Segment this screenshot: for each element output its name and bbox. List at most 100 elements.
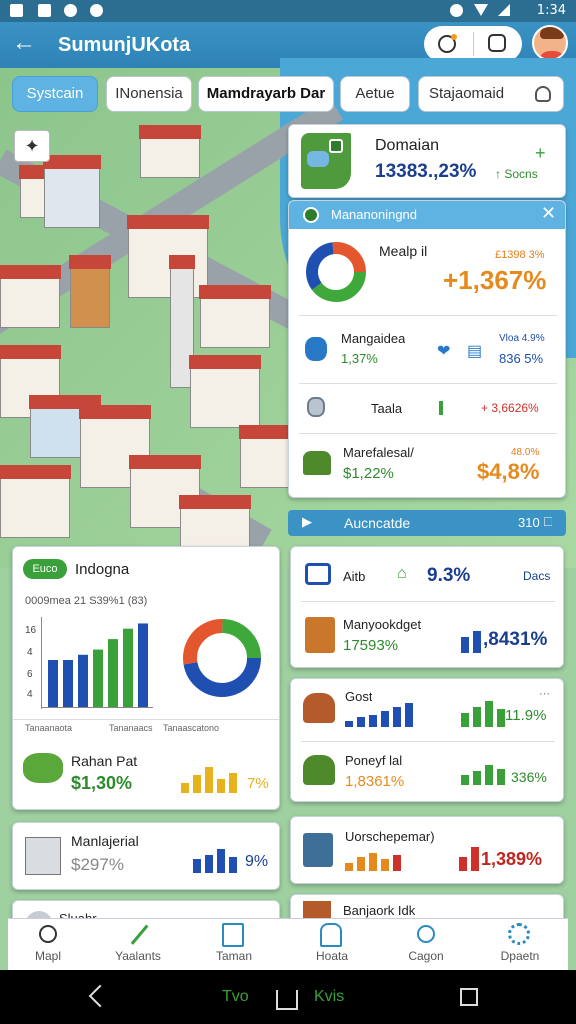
card-extra: 336% bbox=[511, 769, 547, 785]
row-name: Marefalesal/ bbox=[343, 445, 414, 460]
chart-bar bbox=[48, 660, 58, 707]
nav-hoata[interactable]: Hoata bbox=[292, 919, 372, 971]
chip-1[interactable]: INonensia bbox=[106, 76, 192, 112]
card-name: Gost bbox=[345, 689, 373, 704]
card-extra: Dacs bbox=[523, 569, 551, 583]
nav-map[interactable]: Mapl bbox=[8, 919, 88, 971]
map-building bbox=[127, 215, 209, 298]
more-icon[interactable]: ⋯ bbox=[539, 687, 550, 700]
top-card-value: 13383.,23% bbox=[375, 161, 477, 182]
chip-3[interactable]: Aetue bbox=[340, 76, 410, 112]
book-icon bbox=[222, 923, 244, 947]
nav-variants[interactable]: Yaalants bbox=[98, 919, 178, 971]
right-card-b[interactable]: Gost 11.9% ⋯ Poneyf lal 1,8361% 336% bbox=[290, 678, 564, 802]
big-value: +1,367% bbox=[443, 265, 547, 295]
y-tick: 16 bbox=[25, 625, 37, 636]
donut-sub: £1398 3% bbox=[495, 249, 545, 261]
chat-bubble-icon: □ bbox=[544, 513, 553, 529]
app-icon bbox=[64, 4, 77, 17]
app-title: SumunjUKota bbox=[58, 34, 191, 56]
status-time: 1:34 bbox=[536, 3, 566, 18]
record-icon[interactable] bbox=[438, 34, 457, 53]
section-value: 310 bbox=[518, 515, 540, 530]
mail-icon bbox=[38, 4, 51, 17]
nav-label: Dpaetn bbox=[500, 949, 540, 963]
chip-4[interactable]: Stajaomaid bbox=[418, 76, 564, 112]
alarm-icon bbox=[450, 4, 463, 17]
panel-header-icon bbox=[303, 207, 319, 223]
server-icon bbox=[25, 837, 61, 875]
pill-divider bbox=[473, 32, 474, 56]
card-name: Poneyf lal bbox=[345, 753, 403, 768]
row-name: Taala bbox=[371, 401, 403, 416]
house-icon bbox=[303, 693, 335, 723]
row-name: Mangaidea bbox=[341, 331, 406, 346]
mini-bars bbox=[345, 703, 413, 727]
left-chart-card[interactable]: Euco Indogna 0009mea 21 S39%1 (83) 16 4 … bbox=[12, 546, 280, 810]
row-r2: + 3,6626% bbox=[481, 401, 539, 415]
nav-label: Taman bbox=[215, 949, 253, 963]
compass-icon[interactable]: ✦ bbox=[14, 130, 50, 162]
card-extra: ,8431% bbox=[483, 629, 548, 650]
chart-bar bbox=[78, 654, 88, 707]
mini-bars bbox=[193, 849, 237, 873]
search-icon bbox=[417, 925, 435, 943]
card-value: 17593% bbox=[343, 637, 399, 654]
chip-0[interactable]: Systcain bbox=[12, 76, 98, 112]
section-label: Aucncatde bbox=[344, 515, 411, 531]
chip-2[interactable]: Mamdrayarb Dar bbox=[198, 76, 334, 112]
back-icon[interactable] bbox=[88, 984, 112, 1008]
home-icon[interactable] bbox=[276, 990, 298, 1010]
row-r1: 48.0% bbox=[511, 447, 540, 458]
nav-settings[interactable]: Dpaetn bbox=[480, 919, 560, 971]
nav-taman[interactable]: Taman bbox=[194, 919, 274, 971]
museum-icon bbox=[303, 833, 333, 867]
avatar[interactable] bbox=[532, 25, 568, 61]
right-card-c[interactable]: Uorschepemar) 1,389% bbox=[290, 816, 564, 884]
shield-icon bbox=[305, 337, 327, 361]
panel-header-title: Mananoningnd bbox=[331, 207, 418, 222]
nav-label: Mapl bbox=[34, 949, 61, 963]
row-extra: 7% bbox=[247, 775, 269, 792]
chart-bar bbox=[63, 660, 73, 707]
shield-outline-icon bbox=[307, 397, 325, 417]
section-bar[interactable]: ▶ Aucncatde 310 □ bbox=[288, 510, 566, 536]
plant-icon bbox=[23, 753, 63, 783]
sysnav-right: Kvis bbox=[314, 988, 345, 1005]
map-building bbox=[0, 265, 61, 328]
back-arrow-icon[interactable]: ← bbox=[12, 30, 36, 56]
plus-icon: + bbox=[535, 143, 546, 163]
right-card-a[interactable]: Aitb ⌂ 9.3% Dacs Manyookdget 17593% ,843… bbox=[290, 546, 564, 668]
row-name: Rahan Pat bbox=[71, 753, 138, 769]
map-building bbox=[43, 155, 101, 228]
filter-chips: Systcain INonensia Mamdrayarb Dar Aetue … bbox=[0, 76, 576, 116]
nav-label: Yaalants bbox=[115, 949, 161, 963]
chat-icon[interactable] bbox=[488, 34, 506, 52]
footer-label: Tanaascatono bbox=[163, 723, 220, 733]
card-title: Indogna bbox=[75, 561, 130, 578]
top-summary-card[interactable]: Domaian 13383.,23% + ↑ Socns bbox=[288, 124, 566, 198]
mini-bars bbox=[459, 847, 479, 871]
metrics-panel: Mananoningnd ✕ Mealp il £1398 3% +1,367%… bbox=[288, 200, 566, 498]
chart-bar bbox=[108, 639, 118, 707]
pin-icon: ❤ bbox=[437, 343, 451, 360]
donut-chart bbox=[306, 242, 366, 302]
card-subtitle: 0009mea 21 S39%1 (83) bbox=[25, 595, 148, 607]
nav-cagon[interactable]: Cagon bbox=[386, 919, 466, 971]
nav-label: Cagon bbox=[408, 949, 444, 963]
id-card-icon bbox=[305, 563, 331, 585]
mini-bars bbox=[461, 701, 505, 727]
y-axis bbox=[41, 617, 42, 709]
gear-icon bbox=[508, 923, 530, 945]
close-icon[interactable]: ✕ bbox=[541, 203, 556, 224]
panel-header: Mananoningnd ✕ bbox=[289, 201, 565, 229]
system-nav: Tvo Kvis bbox=[0, 970, 576, 1024]
row-r1: Vloa 4.9% bbox=[499, 333, 545, 344]
left-card-2[interactable]: Manlajerial $297% 9% bbox=[12, 822, 280, 890]
recents-icon[interactable] bbox=[460, 988, 478, 1006]
nav-label: Hoata bbox=[315, 949, 349, 963]
map-building bbox=[0, 465, 71, 538]
mini-bars bbox=[461, 763, 505, 785]
card-name: Banjaork Idk bbox=[343, 903, 416, 918]
y-tick: 6 bbox=[27, 669, 33, 680]
